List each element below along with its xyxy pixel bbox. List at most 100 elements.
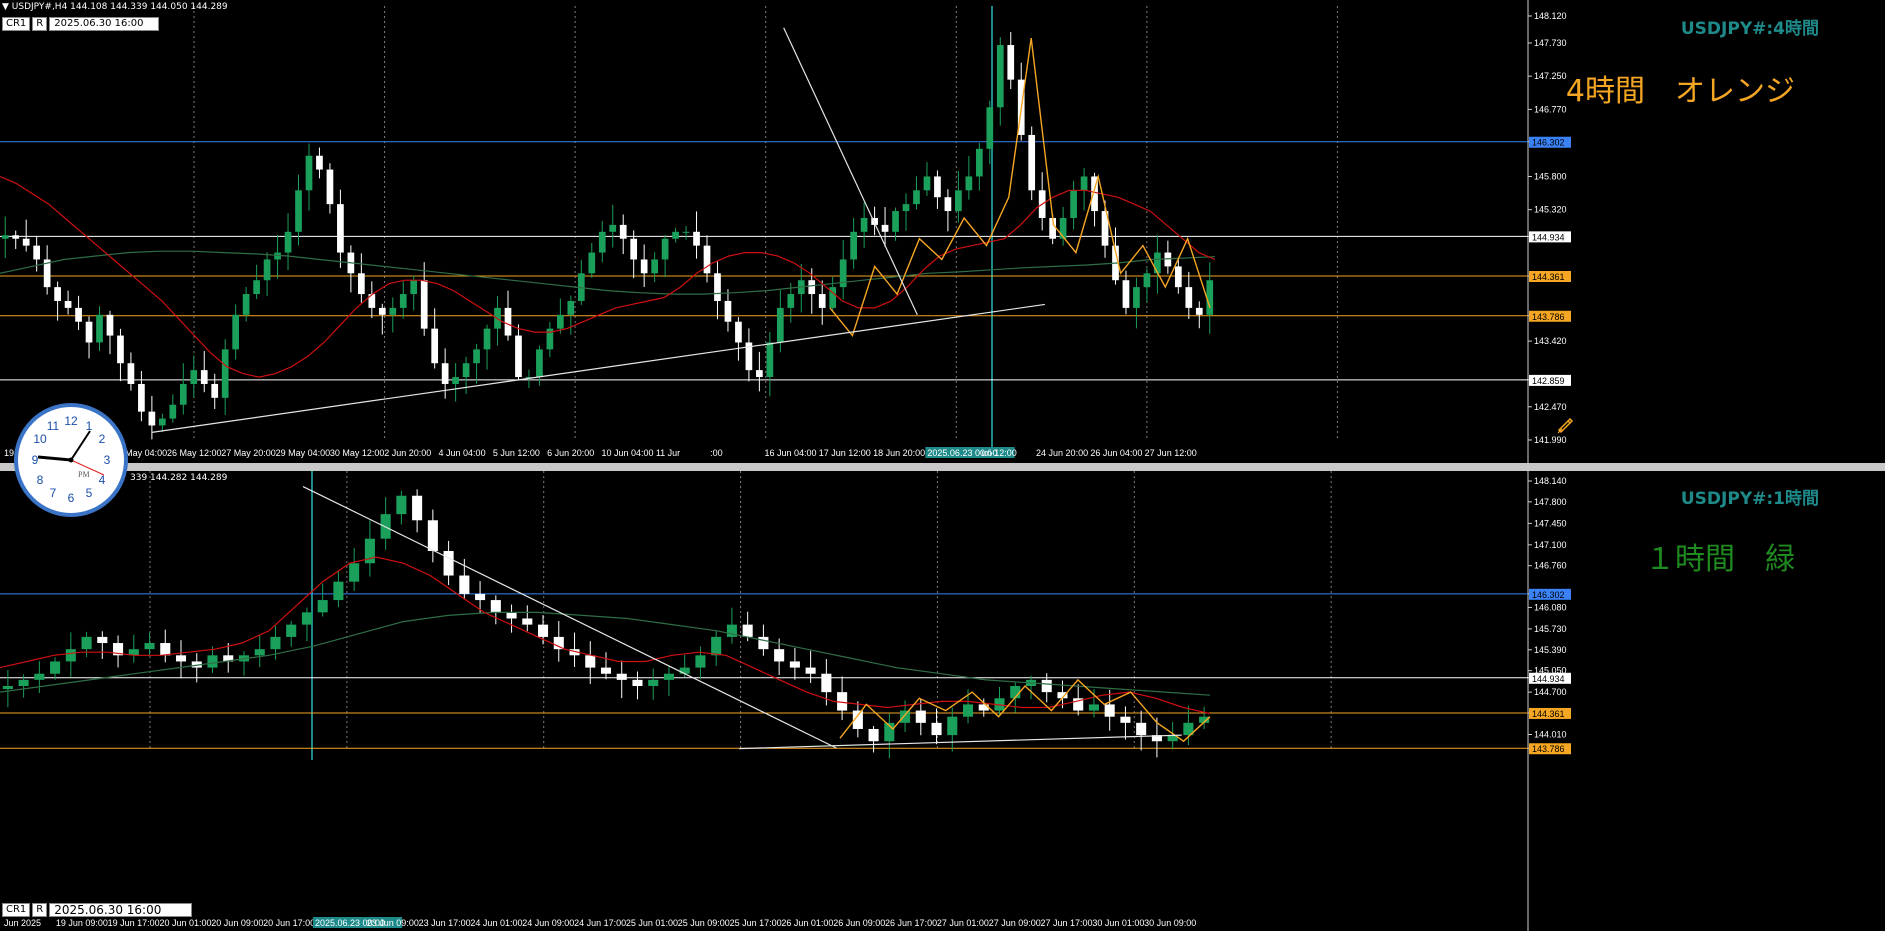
candle-body — [536, 349, 543, 378]
x-tick-label: un 12:00 — [982, 448, 1017, 458]
y-tick-label: 147.100 — [1534, 540, 1567, 550]
y-tick-label: 148.140 — [1534, 476, 1567, 486]
y-tick-label: 147.450 — [1534, 518, 1567, 528]
candle-body — [459, 575, 470, 594]
candle-body — [1007, 45, 1015, 80]
x-tick-label: 18 Jun 20:00 — [873, 448, 925, 458]
trendline-falling_resistance — [783, 27, 918, 316]
trendline-falling_resistance — [302, 485, 837, 749]
x-tick-label: :00 — [710, 448, 723, 458]
candle-body — [679, 667, 690, 674]
candle-body — [263, 259, 271, 281]
pencil-tool-icon[interactable] — [1556, 416, 1574, 434]
candle-body — [443, 550, 454, 576]
candle-body — [1, 235, 9, 239]
candle-body — [1185, 287, 1193, 308]
x-tick-label: 25 Jun 09:00 — [678, 918, 730, 928]
h4-cr-button[interactable]: CR1 — [2, 17, 31, 31]
y-tick-label: 147.800 — [1534, 497, 1567, 507]
level-label-white_top: 144.934 — [1532, 232, 1565, 242]
x-tick-label: 27 Jun 09:00 — [989, 918, 1041, 928]
candle-body — [1195, 307, 1203, 315]
candle-body — [34, 673, 45, 680]
h1-ohlc-header: 339 144.282 144.289 — [130, 473, 228, 483]
y-tick-label: 147.250 — [1534, 71, 1567, 81]
candle-body — [672, 231, 679, 239]
candle-body — [756, 370, 763, 378]
h1-cr-controls: CR1 R 2025.06.30 16:00 — [2, 903, 193, 917]
candle-body — [881, 224, 889, 232]
candle-body — [396, 495, 407, 515]
h4-cr-controls: CR1 R 2025.06.30 16:00 — [2, 17, 159, 31]
candle-body — [609, 224, 617, 232]
candle-body — [758, 636, 769, 650]
candle-body — [410, 280, 418, 295]
candle-body — [714, 273, 721, 301]
candle-body — [585, 655, 596, 668]
candle-body — [651, 259, 658, 274]
candle-body — [106, 314, 114, 336]
candle-body — [452, 377, 459, 384]
y-tick-label: 145.390 — [1534, 645, 1567, 655]
candle-body — [333, 581, 344, 601]
x-tick-label: 24 Jun 20:00 — [1036, 448, 1088, 458]
candle-body — [850, 231, 857, 260]
candle-body — [1174, 266, 1182, 288]
h1-cr-button[interactable]: CR1 — [2, 903, 31, 917]
candle-body — [913, 190, 920, 205]
h1-chart-canvas[interactable]: Jun 2025 19 Jun 09:00 19 Jun 17:00 20 Jun 0… — [0, 471, 1885, 931]
h4-r-button[interactable]: R — [32, 17, 48, 31]
candle-body — [475, 593, 486, 601]
candle-body — [538, 624, 549, 637]
candle-body — [316, 155, 323, 170]
h1-note: １時間 緑 — [1645, 542, 1795, 577]
candle-body — [902, 204, 910, 212]
x-tick-label: 5 Jun 12:00 — [493, 448, 540, 458]
candle-body — [179, 383, 187, 405]
candle-body — [630, 238, 638, 260]
candle-body — [301, 612, 312, 625]
candle-body — [138, 383, 145, 412]
candle-body — [127, 363, 135, 384]
candle-body — [2, 686, 13, 690]
candle-body — [1104, 704, 1115, 717]
candle-body — [490, 600, 501, 613]
candle-body — [12, 235, 20, 239]
candle-body — [190, 370, 198, 384]
y-tick-label: 141.990 — [1534, 435, 1567, 445]
h1-chart-pane[interactable]: Jun 2025 19 Jun 09:00 19 Jun 17:00 20 Jun 0… — [0, 471, 1885, 931]
pane-divider[interactable] — [0, 463, 1885, 471]
h4-note: 4時間 オレンジ — [1565, 74, 1795, 109]
candle-body — [892, 211, 899, 232]
x-tick-label: 30 May 12:00 — [330, 448, 385, 458]
candle-body — [600, 667, 612, 674]
candle-body — [695, 655, 706, 668]
ma-fast-line — [0, 175, 1216, 378]
candle-body — [270, 636, 281, 650]
x-tick-label: 23 Jun 17:00 — [419, 918, 471, 928]
x-tick-label: 19 — [4, 448, 14, 458]
candle-body — [515, 335, 522, 378]
trendline-rising_support — [739, 734, 1182, 750]
candle-body — [169, 404, 177, 419]
x-tick-label: 26 Jun 04:00 — [1090, 448, 1142, 458]
candle-body — [483, 328, 491, 350]
h4-chart-title: USDJPY#:4時間 — [1680, 19, 1819, 39]
candle-body — [522, 618, 533, 625]
h4-chart-pane[interactable]: 1921 May 20:0023 May 04:0026 May 12:0027… — [0, 0, 1885, 463]
h1-r-button[interactable]: R — [32, 903, 48, 917]
candle-body — [399, 294, 407, 308]
candle-body — [557, 314, 564, 329]
y-tick-label: 147.730 — [1534, 38, 1567, 48]
candle-body — [1143, 273, 1151, 288]
x-tick-label: 2 Jun 20:00 — [384, 448, 431, 458]
x-tick-label: 20 Jun 09:00 — [211, 918, 263, 928]
pane-menu-icon[interactable]: ▼ — [2, 2, 9, 12]
x-tick-label: 26 Jun 09:00 — [833, 918, 885, 928]
trendline-rising_support — [151, 303, 1045, 433]
candle-body — [776, 307, 784, 343]
y-tick-label: 146.080 — [1534, 602, 1567, 612]
candle-body — [774, 649, 785, 662]
h4-ohlc-header: ▼ USDJPY#,H4 144.108 144.339 144.050 144… — [2, 2, 228, 12]
candle-body — [616, 673, 627, 680]
